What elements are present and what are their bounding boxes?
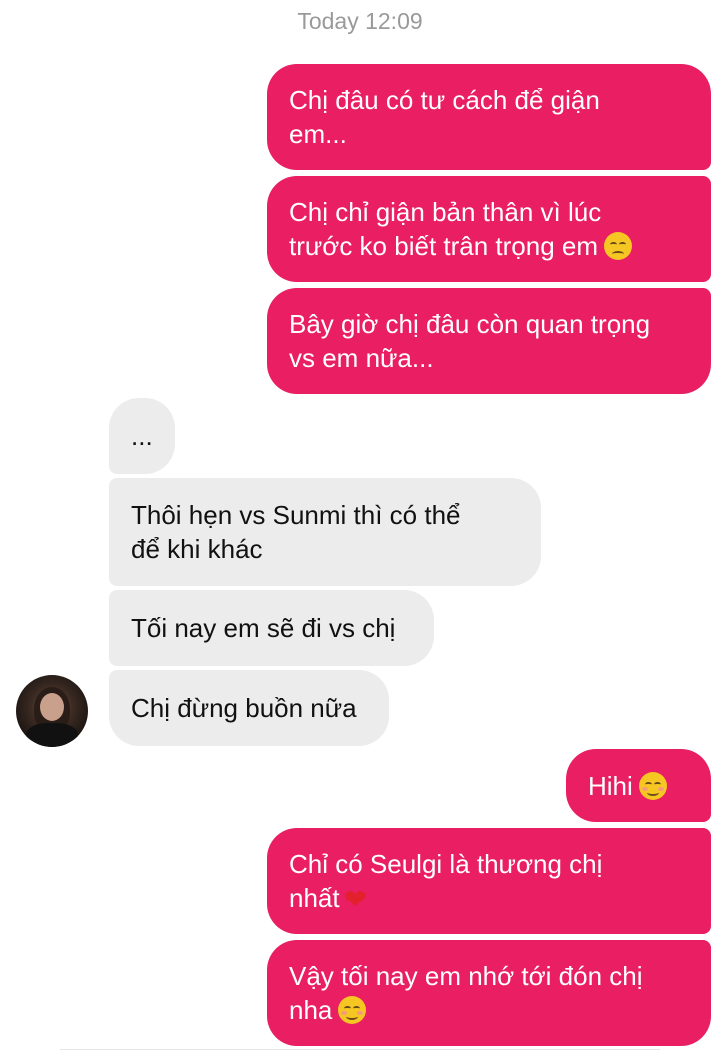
- message-text: Thôi hẹn vs Sunmi thì có thể để khi khác: [131, 500, 461, 564]
- message-bubble-incoming[interactable]: Tối nay em sẽ đi vs chị: [109, 590, 434, 666]
- message-text: Vậy tối nay em nhớ tới đón chị nha: [289, 961, 643, 1025]
- message-text: ...: [131, 421, 153, 451]
- message-bubble-outgoing[interactable]: Hihi: [566, 749, 711, 822]
- message-text: Tối nay em sẽ đi vs chị: [131, 613, 396, 643]
- message-text: Bây giờ chị đâu còn quan trọng vs em nữa…: [289, 309, 651, 373]
- message-bubble-incoming[interactable]: Thôi hẹn vs Sunmi thì có thể để khi khác: [109, 478, 541, 586]
- message-text: Chị đâu có tư cách để giận em...: [289, 85, 600, 149]
- message-text: Chị đừng buồn nữa: [131, 693, 357, 723]
- message-bubble-incoming[interactable]: Chị đừng buồn nữa: [109, 670, 389, 746]
- message-text: Hihi: [588, 769, 667, 803]
- message-bubble-outgoing[interactable]: Bây giờ chị đâu còn quan trọng vs em nữa…: [267, 288, 711, 394]
- message-bubble-outgoing[interactable]: Chị đâu có tư cách để giận em...: [267, 64, 711, 170]
- red-heart-icon: ❤: [343, 884, 368, 915]
- message-bubble-outgoing[interactable]: Vậy tối nay em nhớ tới đón chị nha: [267, 940, 711, 1046]
- smiling-face-icon: [338, 996, 367, 1024]
- message-bubble-outgoing[interactable]: Chỉ có Seulgi là thương chị nhất ❤: [267, 828, 711, 934]
- divider: [60, 1049, 660, 1050]
- message-text: Chị chỉ giận bản thân vì lúc trước ko bi…: [289, 195, 633, 263]
- message-bubble-incoming[interactable]: ...: [109, 398, 175, 474]
- pensive-face-icon: [604, 232, 633, 260]
- contact-avatar[interactable]: [16, 675, 88, 747]
- message-bubble-outgoing[interactable]: Chị chỉ giận bản thân vì lúc trước ko bi…: [267, 176, 711, 282]
- smiling-face-icon: [638, 771, 667, 800]
- message-text: Chỉ có Seulgi là thương chị nhất ❤: [289, 849, 603, 915]
- chat-timestamp: Today 12:09: [297, 8, 423, 34]
